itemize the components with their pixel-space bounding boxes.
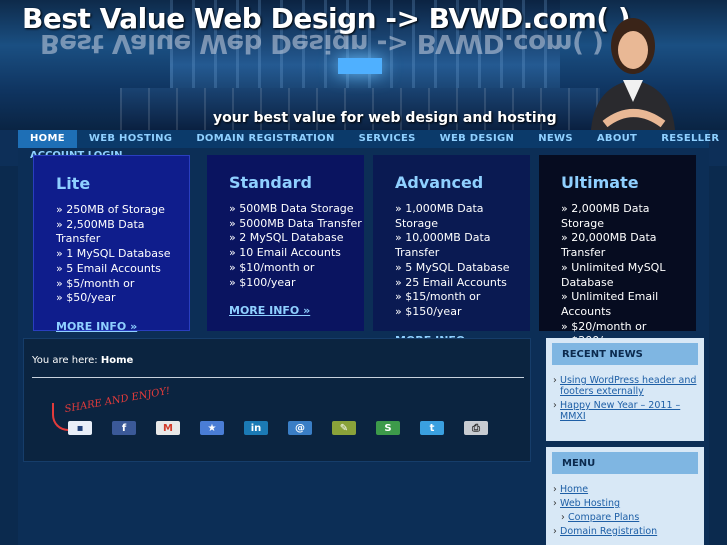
- list-item[interactable]: Happy New Year – 2011 – MMXI: [553, 400, 704, 422]
- breadcrumb-prefix: You are here:: [32, 355, 98, 366]
- plan-feature: » $20/month or: [561, 319, 647, 333]
- plan-feature: » Unlimited MySQL Database: [561, 260, 666, 289]
- nav-item-web-hosting[interactable]: WEB HOSTING: [77, 130, 184, 148]
- more-info-link-standard[interactable]: MORE INFO »: [229, 304, 310, 317]
- plan-feature: » 2,500MB Data Transfer: [56, 217, 145, 246]
- share-and-enjoy-label: SHARE AND ENJOY!: [63, 385, 172, 416]
- menu-item-compare-plans[interactable]: Compare Plans: [561, 512, 704, 523]
- plan-feature: » 1 MySQL Database: [56, 247, 171, 261]
- site-tagline: your best value for web design and hosti…: [213, 110, 557, 126]
- recent-news-title: RECENT NEWS: [552, 343, 698, 365]
- nav-item-reseller[interactable]: RESELLER: [649, 130, 727, 148]
- linkedin-icon[interactable]: in: [244, 421, 268, 435]
- menu-item-home[interactable]: Home: [553, 484, 704, 495]
- plan-feature: » 2,000MB Data Storage: [561, 202, 650, 230]
- evernote-icon[interactable]: ✎: [332, 421, 356, 435]
- more-info-link-lite[interactable]: MORE INFO »: [56, 320, 137, 333]
- plan-card-lite: Lite » 250MB of Storage » 2,500MB Data T…: [33, 155, 190, 333]
- site-header: Best Value Web Design -> BVWD.com( ) Bes…: [0, 0, 727, 130]
- menu-widget: MENU Home Web Hosting Compare Plans Doma…: [546, 447, 704, 545]
- site-title[interactable]: Best Value Web Design -> BVWD.com( ): [22, 2, 631, 35]
- plan-feature: » 20,000MB Data Transfer: [561, 231, 657, 260]
- content-divider: [32, 377, 524, 378]
- plan-card-standard: Standard » 500MB Data Storage » 5000MB D…: [207, 155, 364, 331]
- list-item[interactable]: Using WordPress header and footers exter…: [553, 375, 704, 397]
- email-icon[interactable]: @: [288, 421, 312, 435]
- plan-name: Standard: [229, 173, 312, 192]
- nav-item-web-design[interactable]: WEB DESIGN: [428, 130, 527, 148]
- plan-feature: » 10,000MB Data Transfer: [395, 231, 491, 260]
- plan-feature: » $15/month or: [395, 290, 481, 304]
- menu-item-web-hosting[interactable]: Web Hosting: [553, 498, 704, 509]
- nav-item-about[interactable]: ABOUT: [585, 130, 649, 148]
- plan-feature: » 25 Email Accounts: [395, 275, 507, 289]
- plan-name: Ultimate: [561, 173, 639, 192]
- recent-news-widget: RECENT NEWS Using WordPress header and f…: [546, 338, 704, 441]
- header-light-graphic: [338, 58, 382, 74]
- nav-item-services[interactable]: SERVICES: [347, 130, 428, 148]
- plan-feature: » 10 Email Accounts: [229, 246, 341, 260]
- digg-icon[interactable]: ▪: [68, 421, 92, 435]
- plan-feature: » $150/year: [395, 304, 462, 318]
- plan-feature: » 500MB Data Storage: [229, 202, 354, 215]
- google-bookmarks-icon[interactable]: ★: [200, 421, 224, 435]
- plan-card-ultimate: Ultimate » 2,000MB Data Storage » 20,000…: [539, 155, 696, 347]
- nav-item-news[interactable]: NEWS: [526, 130, 585, 148]
- print-icon[interactable]: ⎙: [464, 421, 488, 435]
- breadcrumb-current: Home: [100, 355, 134, 366]
- main-nav: HOME WEB HOSTING DOMAIN REGISTRATION SER…: [18, 130, 719, 161]
- menu-item-domain-registration[interactable]: Domain Registration: [553, 526, 704, 537]
- plan-feature: » 250MB of Storage: [56, 203, 165, 216]
- plan-name: Lite: [56, 174, 91, 193]
- nav-item-domain-registration[interactable]: DOMAIN REGISTRATION: [184, 130, 346, 148]
- twitter-icon[interactable]: t: [420, 421, 444, 435]
- stumbleupon-icon[interactable]: S: [376, 421, 400, 435]
- plan-feature: » 5 MySQL Database: [395, 260, 510, 274]
- breadcrumb: You are here: Home: [32, 355, 133, 366]
- nav-item-home[interactable]: HOME: [18, 130, 77, 148]
- gmail-icon[interactable]: M: [156, 421, 180, 435]
- plan-feature: » 1,000MB Data Storage: [395, 202, 484, 230]
- share-icons: ▪ f M ★ in @ ✎ S t ⎙: [68, 421, 488, 435]
- plan-feature: » 2 MySQL Database: [229, 231, 344, 245]
- plan-feature: » $10/month or: [229, 260, 315, 274]
- plan-feature: » Unlimited Email Accounts: [561, 290, 659, 318]
- plan-feature: » $100/year: [229, 275, 296, 289]
- plan-name: Advanced: [395, 173, 484, 192]
- plan-feature: » $50/year: [56, 291, 116, 305]
- plan-feature: » 5000MB Data Transfer: [229, 216, 362, 230]
- plan-feature: » 5 Email Accounts: [56, 261, 161, 275]
- content-panel: You are here: Home SHARE AND ENJOY! ▪ f …: [23, 338, 531, 462]
- woman-photo: [591, 18, 675, 130]
- plan-feature: » $5/month or: [56, 276, 135, 290]
- menu-title: MENU: [552, 452, 698, 474]
- facebook-icon[interactable]: f: [112, 421, 136, 435]
- plan-card-advanced: Advanced » 1,000MB Data Storage » 10,000…: [373, 155, 530, 347]
